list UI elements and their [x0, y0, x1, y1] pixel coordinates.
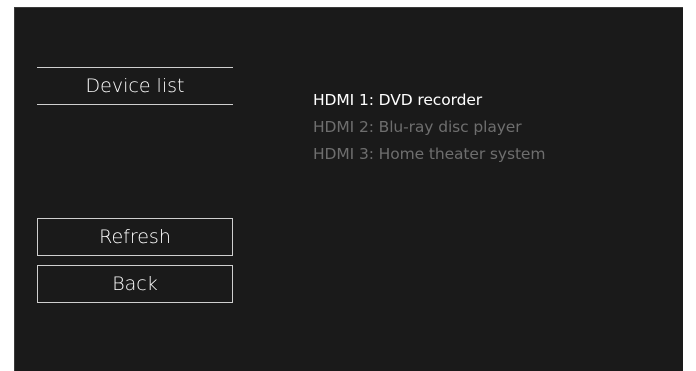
back-button[interactable]: Back [37, 265, 233, 303]
device-list-screen: Device list HDMI 1: DVD recorder HDMI 2:… [14, 7, 683, 371]
device-list-heading: Device list [37, 67, 233, 105]
device-item-hdmi2[interactable]: HDMI 2: Blu-ray disc player [313, 114, 545, 141]
device-item-hdmi3[interactable]: HDMI 3: Home theater system [313, 141, 545, 168]
device-list: HDMI 1: DVD recorder HDMI 2: Blu-ray dis… [313, 87, 545, 168]
device-item-hdmi1[interactable]: HDMI 1: DVD recorder [313, 87, 545, 114]
refresh-button[interactable]: Refresh [37, 218, 233, 256]
